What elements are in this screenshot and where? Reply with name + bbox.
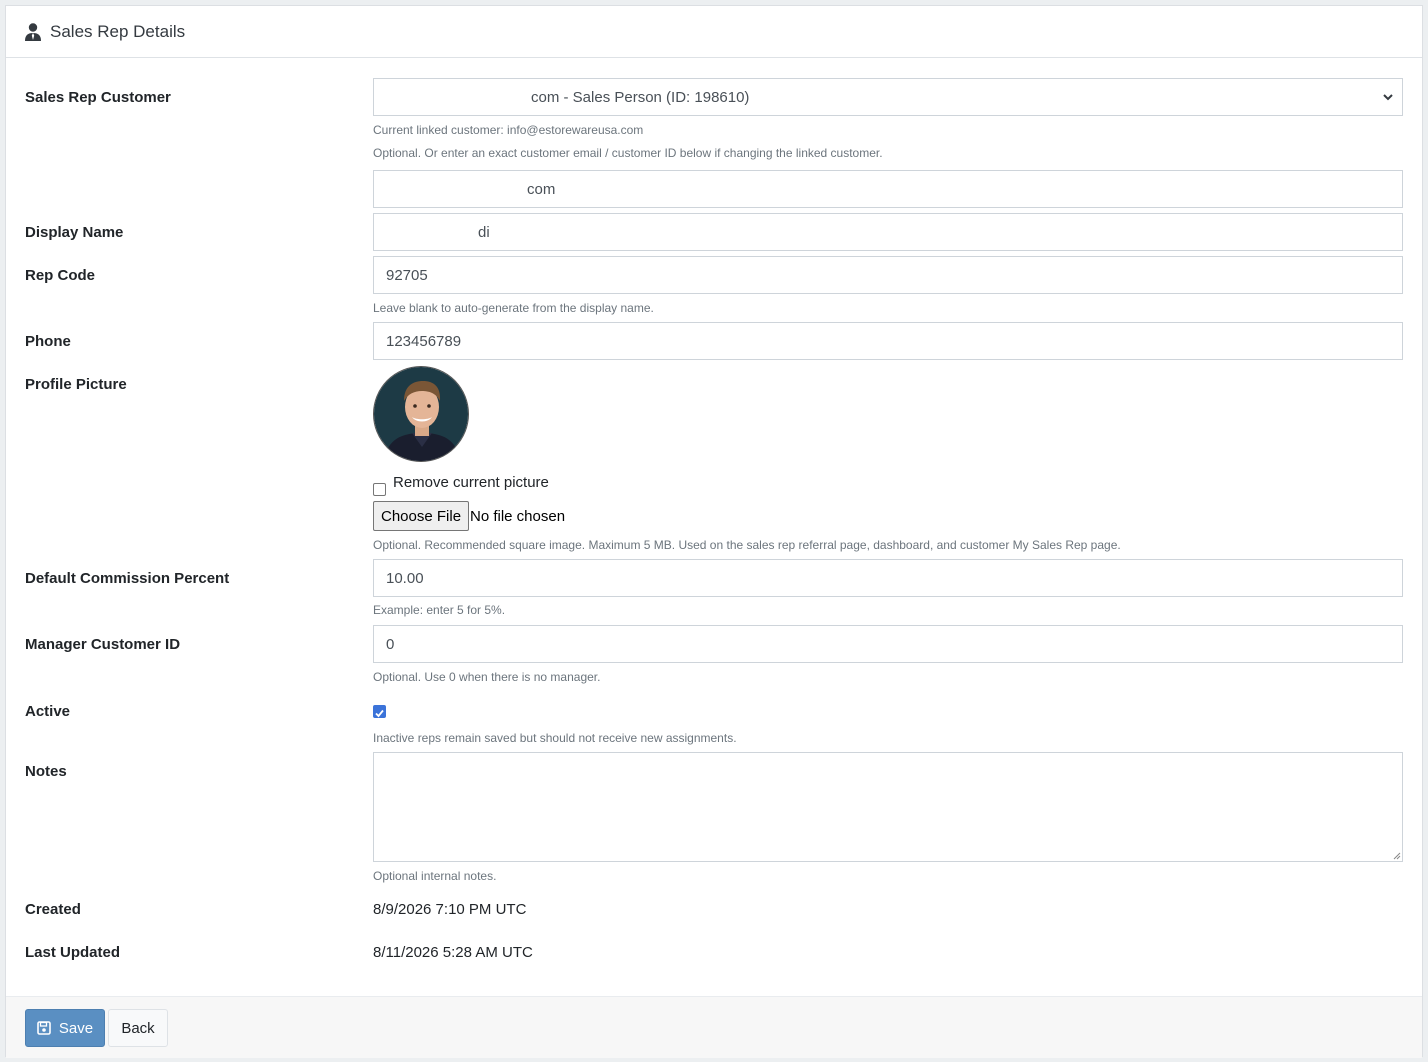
customer-override-value: com (527, 180, 556, 198)
profile-picture-help: Optional. Recommended square image. Maxi… (373, 538, 1121, 552)
active-label: Active (25, 703, 71, 720)
commission-label: Default Commission Percent (25, 570, 230, 587)
user-icon (25, 22, 41, 41)
sales-rep-customer-help: Optional. Or enter an exact customer ema… (373, 146, 883, 160)
manager-id-value: 0 (386, 635, 395, 653)
file-status: No file chosen (470, 508, 566, 525)
rep-code-input[interactable]: 92705 (373, 256, 1403, 294)
last-updated-value: 8/11/2026 5:28 AM UTC (373, 944, 533, 961)
commission-value: 10.00 (386, 569, 424, 587)
save-button[interactable]: Save (25, 1009, 105, 1047)
manager-id-help: Optional. Use 0 when there is no manager… (373, 670, 601, 684)
back-button[interactable]: Back (108, 1009, 168, 1047)
manager-id-input[interactable]: 0 (373, 625, 1403, 663)
sales-rep-card: Sales Rep Details Sales Rep Customer com… (5, 5, 1423, 1058)
rep-code-help: Leave blank to auto-generate from the di… (373, 301, 654, 315)
commission-help: Example: enter 5 for 5%. (373, 603, 506, 617)
display-name-value: di (478, 223, 490, 241)
commission-input[interactable]: 10.00 (373, 559, 1403, 597)
phone-value: 123456789 (386, 332, 462, 350)
resize-handle-icon[interactable] (1391, 850, 1401, 860)
display-name-label: Display Name (25, 224, 124, 241)
card-footer: Save Back (6, 996, 1422, 1058)
rep-code-label: Rep Code (25, 267, 96, 284)
save-button-label: Save (58, 1019, 94, 1037)
notes-label: Notes (25, 763, 67, 780)
active-checkbox[interactable] (373, 705, 386, 718)
profile-picture-label: Profile Picture (25, 376, 127, 393)
notes-help: Optional internal notes. (373, 869, 497, 883)
page-title: Sales Rep Details (50, 21, 186, 41)
floppy-disk-icon (37, 1021, 51, 1035)
active-help: Inactive reps remain saved but should no… (373, 731, 737, 745)
notes-textarea[interactable] (373, 752, 1403, 862)
card-header: Sales Rep Details (6, 6, 1422, 58)
phone-input[interactable]: 123456789 (373, 322, 1403, 360)
chevron-down-icon (1383, 94, 1393, 101)
created-label: Created (25, 901, 81, 918)
customer-override-input[interactable]: com (373, 170, 1403, 208)
avatar (373, 366, 469, 462)
manager-id-label: Manager Customer ID (25, 636, 181, 653)
last-updated-label: Last Updated (25, 944, 121, 961)
sales-rep-customer-select[interactable]: com - Sales Person (ID: 198610) (373, 78, 1403, 116)
sales-rep-customer-label: Sales Rep Customer (25, 89, 171, 106)
checkmark-icon (375, 709, 384, 718)
created-value: 8/9/2026 7:10 PM UTC (373, 901, 527, 918)
rep-code-value: 92705 (386, 266, 428, 284)
choose-file-button[interactable]: Choose File (373, 501, 470, 531)
remove-picture-label: Remove current picture (393, 474, 549, 491)
display-name-input[interactable]: di (373, 213, 1403, 251)
current-linked-customer: Current linked customer: info@estoreware… (373, 123, 644, 137)
phone-label: Phone (25, 333, 71, 350)
remove-picture-checkbox[interactable] (373, 483, 386, 496)
sales-rep-customer-selected: com - Sales Person (ID: 198610) (531, 88, 750, 106)
